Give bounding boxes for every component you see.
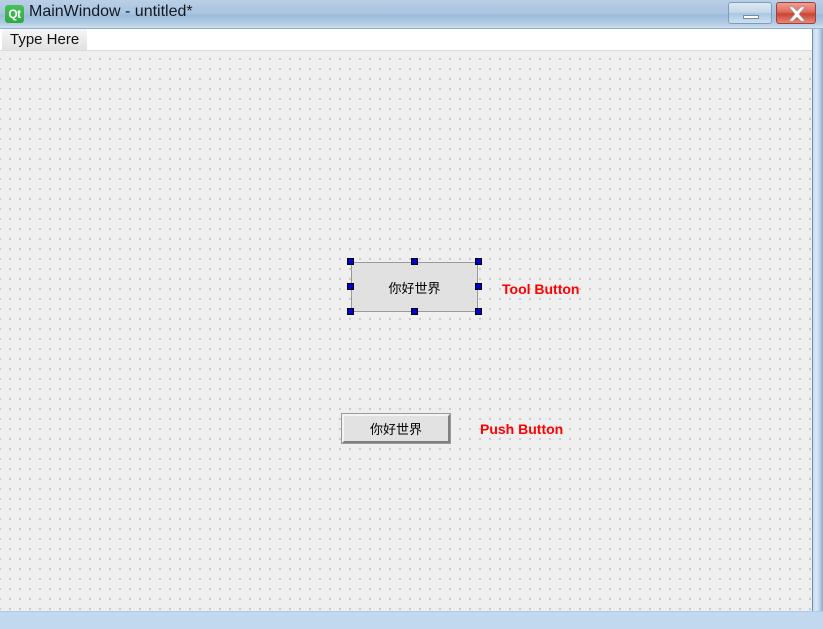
push-button-annotation: Push Button <box>480 421 564 437</box>
close-icon <box>788 6 806 22</box>
resize-handle-top-center[interactable] <box>411 258 418 265</box>
close-button[interactable] <box>776 2 816 24</box>
menu-bar: Type Here <box>0 29 823 51</box>
menu-type-here[interactable]: Type Here <box>2 29 88 50</box>
push-button-label: 你好世界 <box>369 422 422 437</box>
minimize-icon <box>743 15 759 19</box>
qt-logo-icon: Qt <box>5 5 24 23</box>
resize-handle-bottom-center[interactable] <box>411 308 418 315</box>
window-frame-bottom <box>0 611 823 629</box>
resize-handle-top-right[interactable] <box>475 258 482 265</box>
minimize-button[interactable] <box>728 2 772 24</box>
tool-button-annotation: Tool Button <box>502 281 580 297</box>
tool-button-widget[interactable]: 你好世界 <box>351 262 478 312</box>
push-button-widget[interactable]: 你好世界 <box>341 413 451 444</box>
resize-handle-bottom-left[interactable] <box>347 308 354 315</box>
resize-handle-middle-left[interactable] <box>347 283 354 290</box>
window-frame-right <box>812 29 823 629</box>
window-title: MainWindow - untitled* <box>29 3 193 20</box>
resize-handle-bottom-right[interactable] <box>475 308 482 315</box>
tool-button-label: 你好世界 <box>388 280 441 296</box>
resize-handle-top-left[interactable] <box>347 258 354 265</box>
title-bar: Qt MainWindow - untitled* <box>0 0 823 29</box>
qt-designer-window: Qt MainWindow - untitled* Type Here 你好世界… <box>0 0 823 629</box>
resize-handle-middle-right[interactable] <box>475 283 482 290</box>
form-canvas[interactable]: 你好世界 Tool Button 你好世界 Push Button CSDN @… <box>0 51 812 611</box>
